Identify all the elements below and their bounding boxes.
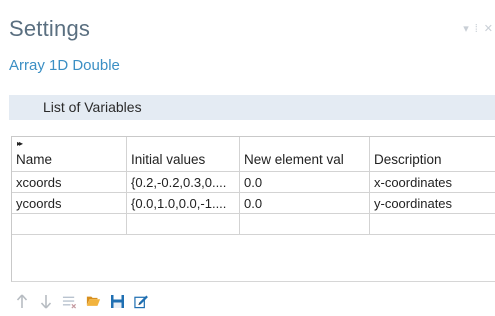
edit-icon[interactable] [134, 293, 149, 309]
cell-name[interactable] [12, 213, 127, 235]
cell-description[interactable]: y-coordinates [369, 192, 495, 214]
variables-table: ▸▸ Name Initial values New element val D… [11, 136, 495, 282]
column-header-initial-values[interactable]: Initial values [126, 137, 240, 172]
dropdown-arrow-icon[interactable]: ▾ [463, 24, 469, 35]
table-row[interactable]: ycoords {0.0,1.0,0.0,-1.... 0.0 y-coordi… [12, 192, 495, 214]
section-label: List of Variables [43, 99, 142, 115]
section-header[interactable]: List of Variables [9, 95, 495, 120]
close-icon[interactable]: ✕ [484, 24, 493, 35]
cell-new-element-value[interactable] [239, 213, 370, 235]
table-toolbar [14, 291, 149, 311]
cell-new-element-value[interactable]: 0.0 [239, 192, 370, 214]
expand-columns-icon[interactable]: ▸▸ [17, 139, 23, 148]
cell-initial-values[interactable]: {0.2,-0.2,0.3,0.... [126, 171, 240, 193]
table-header-row: ▸▸ Name Initial values New element val D… [12, 137, 495, 172]
table-row[interactable]: xcoords {0.2,-0.2,0.3,0.... 0.0 x-coordi… [12, 171, 495, 193]
cell-name[interactable]: xcoords [12, 171, 127, 193]
cell-name[interactable]: ycoords [12, 192, 127, 214]
open-folder-icon[interactable] [86, 293, 101, 309]
column-header-name[interactable]: ▸▸ Name [12, 137, 127, 172]
save-icon[interactable] [110, 293, 125, 309]
node-subtitle: Array 1D Double [9, 57, 120, 74]
window-controls: ▾ ⁞ ✕ [463, 24, 493, 35]
pin-icon[interactable]: ⁞ [475, 24, 478, 35]
cell-new-element-value[interactable]: 0.0 [239, 171, 370, 193]
cell-initial-values[interactable] [126, 213, 240, 235]
cell-initial-values[interactable]: {0.0,1.0,0.0,-1.... [126, 192, 240, 214]
page-title: Settings [9, 16, 91, 41]
table-row-empty[interactable] [12, 213, 495, 235]
column-header-description[interactable]: Description [369, 137, 495, 172]
move-up-icon[interactable] [14, 293, 29, 309]
column-header-new-element-value[interactable]: New element val [239, 137, 370, 172]
cell-description[interactable]: x-coordinates [369, 171, 495, 193]
move-down-icon[interactable] [38, 293, 53, 309]
clear-table-icon[interactable] [62, 293, 77, 309]
cell-description[interactable] [369, 213, 495, 235]
